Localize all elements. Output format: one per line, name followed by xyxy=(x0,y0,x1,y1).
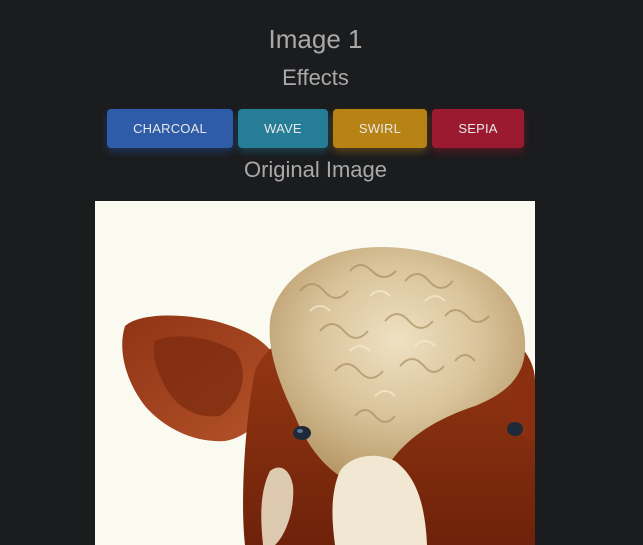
effects-heading: Effects xyxy=(282,65,349,90)
original-image-heading: Original Image xyxy=(243,157,388,182)
original-image xyxy=(95,201,535,545)
swirl-button[interactable]: SWIRL xyxy=(333,109,427,148)
sepia-button[interactable]: SEPIA xyxy=(432,109,524,148)
effects-page: Image 1 Effects CHARCOAL WAVE SWIRL SEPI… xyxy=(0,0,643,545)
charcoal-button[interactable]: CHARCOAL xyxy=(107,109,233,148)
page-title: Image 1 xyxy=(268,24,363,54)
cow-photo xyxy=(95,201,535,545)
wave-button[interactable]: WAVE xyxy=(238,109,328,148)
